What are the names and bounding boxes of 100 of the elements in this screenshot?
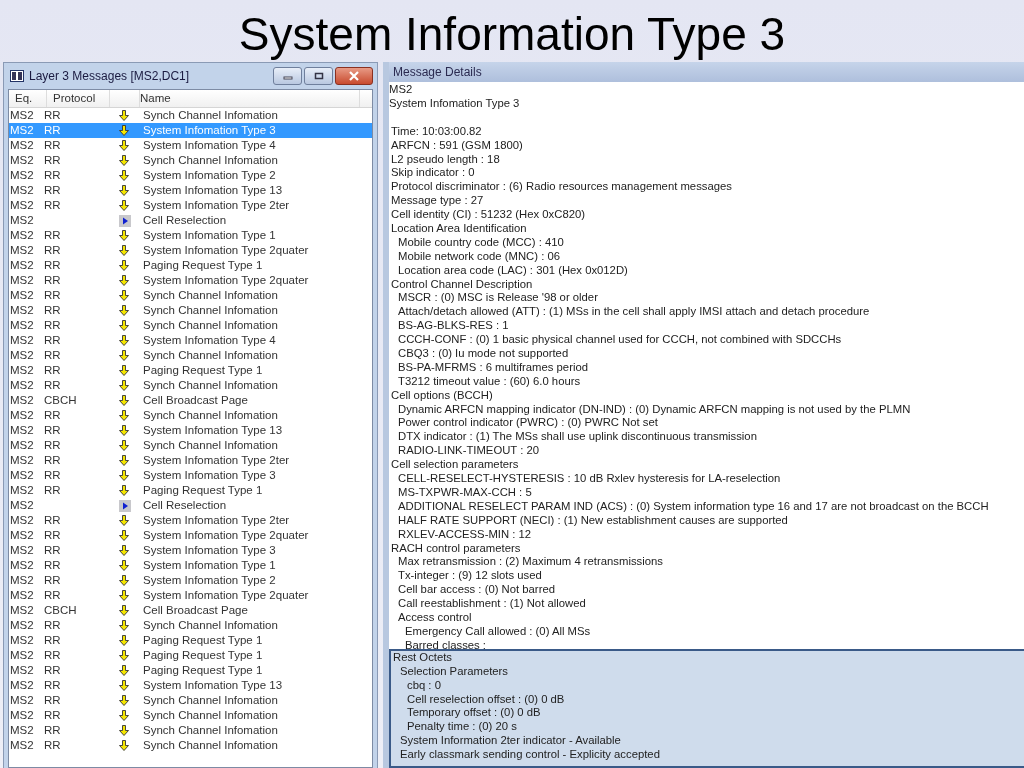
message-row[interactable]: MS2 Cell Reselection bbox=[9, 498, 372, 513]
message-row[interactable]: MS2 RR Synch Channel Infomation bbox=[9, 348, 372, 363]
message-row[interactable]: MS2 RR System Infomation Type 2quater bbox=[9, 528, 372, 543]
down-arrow-icon bbox=[119, 605, 129, 616]
message-row[interactable]: MS2 RR Synch Channel Infomation bbox=[9, 153, 372, 168]
down-arrow-icon bbox=[119, 620, 129, 631]
detail-line: Time: 10:03:00.82 bbox=[390, 124, 483, 139]
down-arrow-icon bbox=[119, 185, 129, 196]
message-row[interactable]: MS2 RR Synch Channel Infomation bbox=[9, 693, 372, 708]
play-icon bbox=[119, 499, 131, 512]
down-arrow-icon bbox=[119, 245, 129, 256]
message-row[interactable]: MS2 RR System Infomation Type 2quater bbox=[9, 243, 372, 258]
down-arrow-icon bbox=[119, 410, 129, 421]
detail-line: RADIO-LINK-TIMEOUT : 20 bbox=[397, 444, 541, 459]
detail-line: Temporary offset : (0) 0 dB bbox=[406, 706, 542, 721]
down-arrow-icon bbox=[119, 680, 129, 691]
detail-line: Skip indicator : 0 bbox=[390, 166, 476, 181]
message-row[interactable]: MS2 RR Synch Channel Infomation bbox=[9, 723, 372, 738]
down-arrow-icon bbox=[119, 470, 129, 481]
detail-line: cbq : 0 bbox=[406, 678, 442, 693]
detail-line: Early classmark sending control - Explicity accepted bbox=[399, 748, 661, 762]
down-arrow-icon bbox=[119, 515, 129, 526]
message-row[interactable]: MS2 RR System Infomation Type 1 bbox=[9, 228, 372, 243]
message-row[interactable]: MS2 RR Paging Request Type 1 bbox=[9, 633, 372, 648]
down-arrow-icon bbox=[119, 290, 129, 301]
window-title: Layer 3 Messages [MS2,DC1] bbox=[29, 69, 190, 83]
maximize-icon bbox=[313, 72, 324, 80]
message-row[interactable]: MS2 RR Synch Channel Infomation bbox=[9, 618, 372, 633]
message-row[interactable]: MS2 RR System Infomation Type 2quater bbox=[9, 588, 372, 603]
message-row[interactable]: MS2 RR Synch Channel Infomation bbox=[9, 408, 372, 423]
detail-line: Barred classes : bbox=[404, 638, 487, 653]
message-row[interactable]: MS2 RR Synch Channel Infomation bbox=[9, 108, 372, 123]
message-row[interactable]: MS2 RR System Infomation Type 2ter bbox=[9, 513, 372, 528]
detail-line: MSCR : (0) MSC is Release '98 or older bbox=[397, 291, 599, 306]
detail-line: Mobile network code (MNC) : 06 bbox=[397, 249, 561, 264]
detail-line: Mobile country code (MCC) : 410 bbox=[397, 235, 565, 250]
message-row[interactable]: MS2 RR Paging Request Type 1 bbox=[9, 483, 372, 498]
message-row[interactable]: MS2 RR Synch Channel Infomation bbox=[9, 438, 372, 453]
down-arrow-icon bbox=[119, 260, 129, 271]
down-arrow-icon bbox=[119, 395, 129, 406]
message-row[interactable]: MS2 Cell Reselection bbox=[9, 213, 372, 228]
message-row[interactable]: MS2 RR System Infomation Type 1 bbox=[9, 558, 372, 573]
message-row[interactable]: MS2 RR System Infomation Type 3 bbox=[9, 468, 372, 483]
message-row[interactable]: MS2 RR System Infomation Type 13 bbox=[9, 423, 372, 438]
message-row[interactable]: MS2 RR System Infomation Type 4 bbox=[9, 138, 372, 153]
message-row[interactable]: MS2 RR System Infomation Type 13 bbox=[9, 678, 372, 693]
down-arrow-icon bbox=[119, 740, 129, 751]
message-row[interactable]: MS2 RR Synch Channel Infomation bbox=[9, 303, 372, 318]
detail-line: Penalty time : (0) 20 s bbox=[406, 720, 518, 735]
message-row[interactable]: MS2 RR System Infomation Type 2ter bbox=[9, 453, 372, 468]
down-arrow-icon bbox=[119, 140, 129, 151]
down-arrow-icon bbox=[119, 200, 129, 211]
detail-line: Cell reselection offset : (0) 0 dB bbox=[406, 692, 566, 707]
message-row[interactable]: MS2 RR System Infomation Type 2quater bbox=[9, 273, 372, 288]
detail-line: Call reestablishment : (1) Not allowed bbox=[397, 597, 587, 611]
message-row[interactable]: MS2 RR Synch Channel Infomation bbox=[9, 288, 372, 303]
detail-line: MS2 bbox=[389, 83, 414, 97]
message-row[interactable]: MS2 RR Paging Request Type 1 bbox=[9, 663, 372, 678]
message-row[interactable]: MS2 RR Synch Channel Infomation bbox=[9, 378, 372, 393]
message-row[interactable]: MS2 CBCH Cell Broadcast Page bbox=[9, 603, 372, 618]
detail-line: Cell selection parameters bbox=[390, 458, 520, 473]
message-row[interactable]: MS2 RR System Infomation Type 3 bbox=[9, 543, 372, 558]
message-row[interactable]: MS2 RR System Infomation Type 2 bbox=[9, 168, 372, 183]
detail-line: CELL-RESELECT-HYSTERESIS : 10 dB Rxlev hysteresis for LA-reselection bbox=[397, 472, 782, 486]
down-arrow-icon bbox=[119, 485, 129, 496]
message-row[interactable]: MS2 RR System Infomation Type 2 bbox=[9, 573, 372, 588]
down-arrow-icon bbox=[119, 170, 129, 181]
message-row[interactable]: MS2 RR Synch Channel Infomation bbox=[9, 708, 372, 723]
message-row[interactable]: MS2 RR Synch Channel Infomation bbox=[9, 318, 372, 333]
maximize-button[interactable] bbox=[304, 67, 333, 85]
down-arrow-icon bbox=[119, 590, 129, 601]
message-row[interactable]: MS2 RR System Infomation Type 4 bbox=[9, 333, 372, 348]
detail-line: Location Area Identification bbox=[390, 222, 528, 236]
detail-line: System Infomation Type 3 bbox=[389, 96, 521, 111]
column-header[interactable]: Protocol bbox=[47, 90, 110, 107]
message-row[interactable]: MS2 CBCH Cell Broadcast Page bbox=[9, 393, 372, 408]
detail-line: RXLEV-ACCESS-MIN : 12 bbox=[397, 527, 533, 542]
down-arrow-icon bbox=[119, 665, 129, 676]
detail-line: System Information 2ter indicator - Available bbox=[399, 734, 622, 749]
column-header[interactable]: Name bbox=[140, 90, 360, 107]
detail-line: Attach/detach allowed (ATT) : (1) MSs in the cell shall apply IMSI attach and detach procedure bbox=[397, 305, 871, 320]
message-row[interactable]: MS2 RR Synch Channel Infomation bbox=[9, 738, 372, 753]
detail-line: Emergency Call allowed : (0) All MSs bbox=[404, 624, 592, 639]
slide-title: System Information Type 3 bbox=[238, 7, 786, 62]
detail-line: HALF RATE SUPPORT (NECI) : (1) New establishment causes are supported bbox=[397, 513, 789, 528]
message-row[interactable]: MS2 RR System Infomation Type 2ter bbox=[9, 198, 372, 213]
down-arrow-icon bbox=[119, 110, 129, 121]
detail-line: MS-TXPWR-MAX-CCH : 5 bbox=[397, 485, 533, 500]
message-row[interactable]: MS2 RR System Infomation Type 13 bbox=[9, 183, 372, 198]
detail-line: Cell identity (CI) : 51232 (Hex 0xC820) bbox=[390, 208, 586, 222]
down-arrow-icon bbox=[119, 320, 129, 331]
column-header[interactable]: Eq. bbox=[9, 90, 47, 107]
message-row[interactable]: MS2 RR Paging Request Type 1 bbox=[9, 648, 372, 663]
message-row[interactable]: MS2 RR Paging Request Type 1 bbox=[9, 363, 372, 378]
down-arrow-icon bbox=[119, 560, 129, 571]
detail-line: Control Channel Description bbox=[390, 277, 534, 292]
message-row[interactable]: MS2 RR Paging Request Type 1 bbox=[9, 258, 372, 273]
down-arrow-icon bbox=[119, 350, 129, 361]
down-arrow-icon bbox=[119, 230, 129, 241]
close-button[interactable] bbox=[335, 67, 373, 85]
